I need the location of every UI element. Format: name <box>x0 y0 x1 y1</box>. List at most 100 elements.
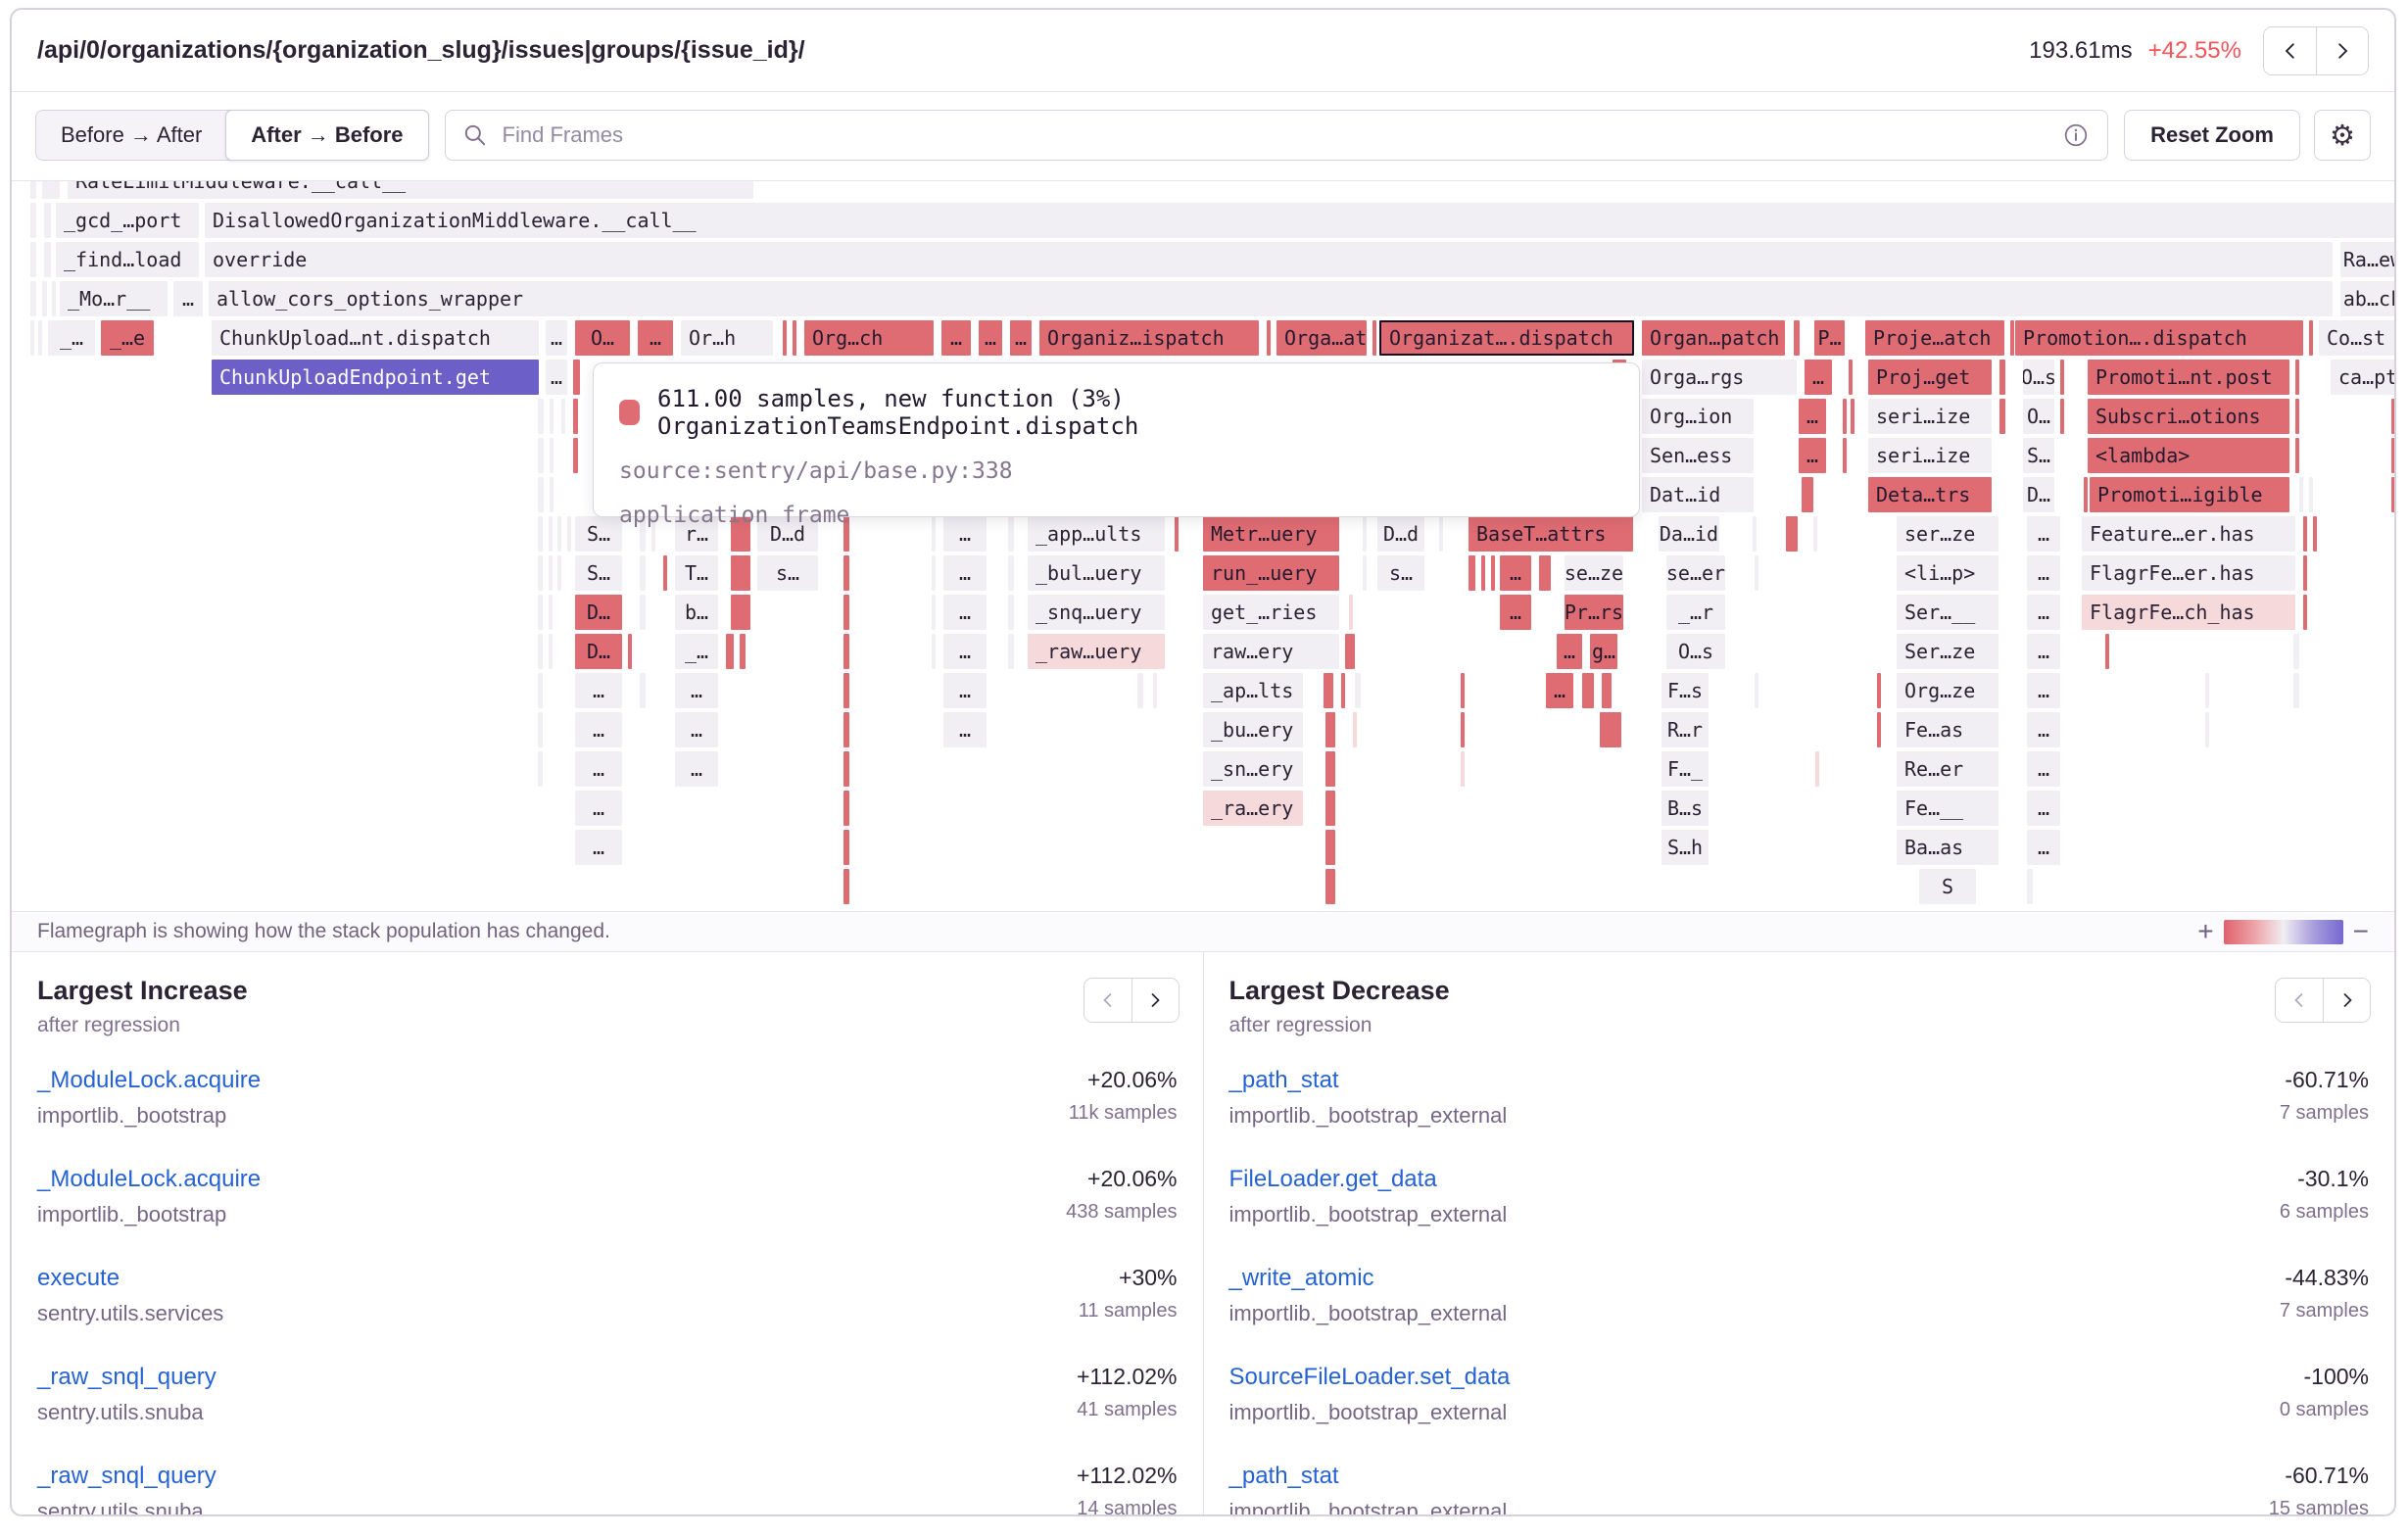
flame-frame[interactable]: Org…ch <box>804 320 934 356</box>
flame-frame[interactable] <box>2391 438 2394 473</box>
flame-frame[interactable] <box>1755 673 1758 708</box>
flame-frame[interactable] <box>1008 595 1014 630</box>
flame-frame[interactable] <box>843 595 849 630</box>
flame-frame[interactable] <box>44 203 51 238</box>
flame-frame[interactable] <box>550 399 554 434</box>
flame-frame[interactable]: T… <box>675 555 718 591</box>
flame-frame[interactable] <box>538 712 543 747</box>
flame-frame[interactable] <box>52 281 56 316</box>
flame-frame[interactable] <box>1802 477 1813 512</box>
flame-frame[interactable]: _find…load <box>56 242 199 277</box>
flame-frame[interactable] <box>1137 673 1143 708</box>
flame-frame[interactable] <box>538 438 544 473</box>
flame-frame[interactable]: … <box>2027 791 2060 826</box>
flame-frame[interactable]: … <box>675 673 718 708</box>
next-button[interactable] <box>2323 979 2370 1022</box>
function-link[interactable]: _path_stat <box>1229 1067 1339 1093</box>
flame-frame[interactable]: S… <box>575 516 622 552</box>
flame-frame[interactable] <box>30 281 36 316</box>
flame-frame[interactable] <box>1345 634 1355 669</box>
flame-frame[interactable]: Re…er <box>1897 751 1999 787</box>
flame-frame[interactable] <box>2010 320 2014 356</box>
tab-after-before[interactable]: After → Before <box>225 110 428 161</box>
flame-frame[interactable] <box>843 673 849 708</box>
flame-frame[interactable]: … <box>575 712 622 747</box>
flame-frame[interactable]: … <box>1557 634 1582 669</box>
flame-frame[interactable]: … <box>979 320 1002 356</box>
flame-frame[interactable]: RateLimitMiddleware.__call__ <box>68 181 753 199</box>
flame-frame[interactable]: … <box>638 320 673 356</box>
flame-frame[interactable] <box>1349 595 1353 630</box>
flame-frame[interactable]: … <box>2027 516 2060 552</box>
flame-frame[interactable] <box>793 320 796 356</box>
flame-frame[interactable] <box>557 516 561 552</box>
flame-frame[interactable]: g… <box>1590 634 1617 669</box>
flame-frame[interactable] <box>538 477 544 512</box>
flame-frame[interactable]: Organ…patch <box>1642 320 1785 356</box>
flame-frame[interactable] <box>2060 399 2064 434</box>
flame-frame[interactable]: … <box>1546 673 1573 708</box>
flame-frame[interactable]: … <box>575 751 622 787</box>
flame-frame[interactable] <box>1469 555 1475 591</box>
flame-frame[interactable]: Promoti…igible <box>2090 477 2289 512</box>
flame-frame[interactable] <box>1325 830 1335 865</box>
flame-frame[interactable]: … <box>2027 751 2060 787</box>
flame-frame[interactable]: b… <box>675 595 718 630</box>
flame-frame[interactable]: _bul…uery <box>1028 555 1165 591</box>
flame-frame[interactable] <box>2309 477 2313 512</box>
flame-frame[interactable] <box>1815 751 1819 787</box>
function-link[interactable]: _write_atomic <box>1229 1265 1374 1291</box>
flame-frame[interactable] <box>2391 399 2394 434</box>
flame-frame[interactable] <box>538 399 544 434</box>
flame-frame[interactable] <box>783 320 787 356</box>
flame-frame[interactable] <box>2303 595 2307 630</box>
flame-frame[interactable] <box>1877 673 1881 708</box>
flame-frame[interactable]: FlagrFe…er.has <box>2082 555 2295 591</box>
function-link[interactable]: execute <box>37 1265 120 1291</box>
flame-frame[interactable] <box>1341 673 1345 708</box>
flame-frame[interactable]: Dat…id <box>1642 477 1754 512</box>
flame-frame[interactable]: R…r <box>1662 712 1709 747</box>
flame-frame[interactable]: Organizat….dispatch <box>1379 320 1634 356</box>
flame-frame[interactable] <box>932 634 936 669</box>
flame-frame[interactable] <box>549 595 553 630</box>
flame-frame[interactable] <box>2205 712 2209 747</box>
flame-frame[interactable] <box>1461 673 1465 708</box>
function-link[interactable]: _raw_snql_query <box>37 1463 217 1489</box>
flame-frame[interactable] <box>2293 673 2299 708</box>
flame-frame[interactable]: override <box>205 242 2333 277</box>
flame-frame[interactable]: _sn…ery <box>1203 751 1303 787</box>
flame-frame[interactable] <box>1267 320 1271 356</box>
flame-frame[interactable] <box>42 281 47 316</box>
flame-frame[interactable] <box>538 673 543 708</box>
flame-frame[interactable]: <li…p> <box>1897 555 1999 591</box>
flame-frame[interactable] <box>640 555 646 591</box>
flame-frame[interactable]: P… <box>1814 320 1845 356</box>
flame-frame[interactable] <box>550 438 554 473</box>
flame-frame[interactable] <box>2313 516 2317 552</box>
flame-frame[interactable] <box>2295 399 2299 434</box>
next-button[interactable] <box>2316 27 2368 74</box>
flame-frame[interactable] <box>557 555 561 591</box>
flame-frame[interactable] <box>932 595 936 630</box>
flamegraph[interactable]: RateLimitMiddleware.__call___gcd_…portDi… <box>12 181 2394 911</box>
flame-frame[interactable] <box>1325 869 1335 904</box>
flame-frame[interactable] <box>538 595 543 630</box>
flame-frame[interactable]: allow_cors_options_wrapper <box>209 281 2333 316</box>
flame-frame[interactable]: O…s <box>2023 360 2054 395</box>
flame-frame[interactable]: … <box>2027 595 2060 630</box>
flame-frame[interactable] <box>1753 516 1757 552</box>
flame-frame[interactable]: … <box>575 673 622 708</box>
flame-frame[interactable] <box>1008 634 1014 669</box>
flame-frame[interactable] <box>1600 712 1621 747</box>
flame-frame[interactable]: Ser…ze <box>1897 634 1999 669</box>
flame-frame[interactable] <box>1325 791 1335 826</box>
flame-frame[interactable] <box>1324 673 1333 708</box>
flame-frame[interactable]: Subscri…otions <box>2088 399 2289 434</box>
flame-frame[interactable]: _raw…uery <box>1028 634 1165 669</box>
flame-frame[interactable] <box>740 634 746 669</box>
flame-frame[interactable]: DisallowedOrganizationMiddleware.__call_… <box>205 203 2394 238</box>
flame-frame[interactable]: _… <box>675 634 718 669</box>
search-input[interactable] <box>445 110 2109 161</box>
flame-frame[interactable]: Deta…trs <box>1868 477 1992 512</box>
